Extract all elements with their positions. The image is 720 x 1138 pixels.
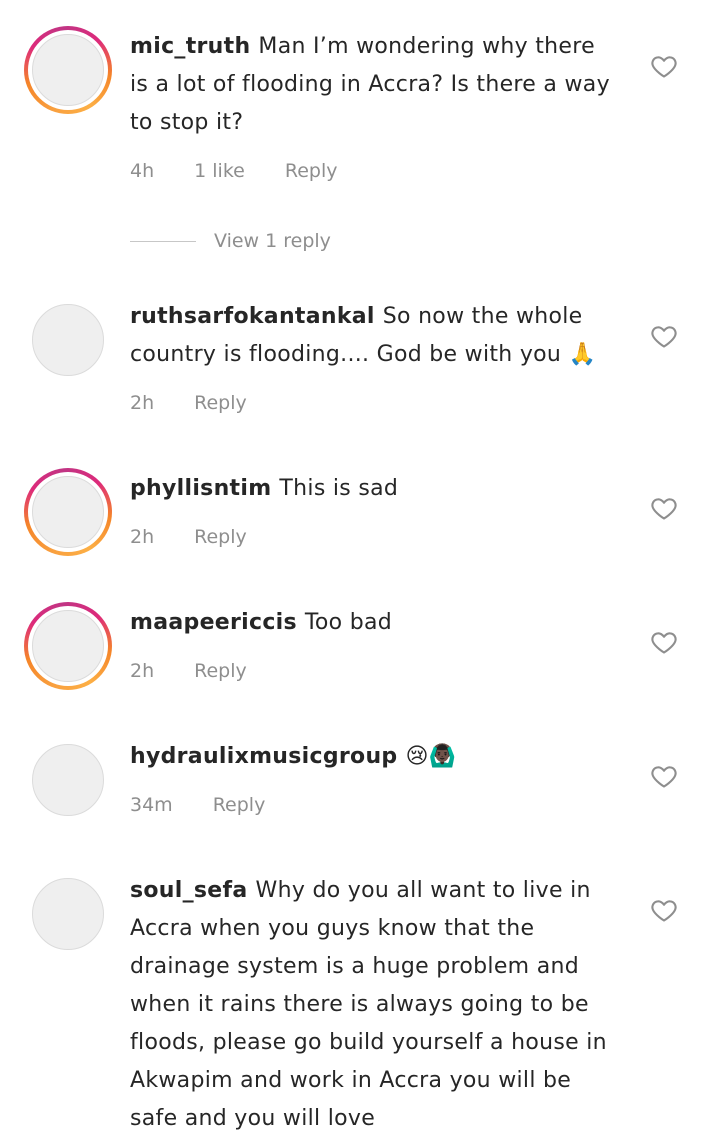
- comment-meta: 2h Reply: [130, 388, 247, 418]
- avatar-story-ring[interactable]: [24, 468, 112, 556]
- comment-body: maapeericcis Too bad: [130, 604, 620, 642]
- view-replies-label[interactable]: View 1 reply: [214, 230, 331, 252]
- comment-text: 😢🙆🏿‍♂️: [405, 744, 457, 769]
- comment-meta: 2h Reply: [130, 522, 247, 552]
- avatar-wrapper[interactable]: [24, 736, 112, 824]
- avatar-story-ring[interactable]: [24, 26, 112, 114]
- comment-time: 2h: [130, 526, 155, 548]
- avatar: [32, 476, 104, 548]
- avatar-wrapper[interactable]: [24, 296, 112, 384]
- avatar: [32, 304, 104, 376]
- view-replies-divider: [130, 240, 196, 242]
- reply-button[interactable]: Reply: [213, 794, 266, 816]
- comment-meta: 2h Reply: [130, 656, 247, 686]
- comment-username[interactable]: phyllisntim: [130, 476, 271, 501]
- comment-meta: 4h 1 like Reply: [130, 156, 337, 186]
- comment-body: hydraulixmusicgroup 😢🙆🏿‍♂️: [130, 738, 620, 776]
- comment-like-count[interactable]: 1 like: [194, 160, 245, 182]
- avatar-story-ring[interactable]: [24, 602, 112, 690]
- comment-username[interactable]: ruthsarfokantankal: [130, 304, 375, 329]
- avatar: [32, 34, 104, 106]
- view-replies-button[interactable]: View 1 reply: [130, 226, 331, 256]
- comment-time: 4h: [130, 160, 155, 182]
- comment-body: soul_sefa Why do you all want to live in …: [130, 872, 620, 1138]
- heart-outline-icon[interactable]: [650, 896, 678, 924]
- avatar: [32, 610, 104, 682]
- comment-body: ruthsarfokantankal So now the whole count…: [130, 298, 620, 374]
- heart-outline-icon[interactable]: [650, 762, 678, 790]
- comment-time: 2h: [130, 392, 155, 414]
- comment-meta: 34m Reply: [130, 790, 265, 820]
- comment-text: Why do you all want to live in Accra whe…: [130, 878, 607, 1131]
- comment-username[interactable]: mic_truth: [130, 34, 250, 59]
- comment-body: mic_truth Man I’m wondering why there is …: [130, 28, 620, 142]
- comment-time: 2h: [130, 660, 155, 682]
- comment-time: 34m: [130, 794, 173, 816]
- comment-text: This is sad: [279, 476, 399, 501]
- reply-button[interactable]: Reply: [194, 526, 247, 548]
- heart-outline-icon[interactable]: [650, 494, 678, 522]
- avatar-wrapper[interactable]: [24, 870, 112, 958]
- avatar: [32, 878, 104, 950]
- heart-outline-icon[interactable]: [650, 628, 678, 656]
- reply-button[interactable]: Reply: [285, 160, 338, 182]
- reply-button[interactable]: Reply: [194, 660, 247, 682]
- comment-username[interactable]: soul_sefa: [130, 878, 248, 903]
- heart-outline-icon[interactable]: [650, 52, 678, 80]
- avatar: [32, 744, 104, 816]
- comment-username[interactable]: maapeericcis: [130, 610, 297, 635]
- reply-button[interactable]: Reply: [194, 392, 247, 414]
- comment-username[interactable]: hydraulixmusicgroup: [130, 744, 397, 769]
- heart-outline-icon[interactable]: [650, 322, 678, 350]
- comment-text: Too bad: [304, 610, 393, 635]
- comment-body: phyllisntim This is sad: [130, 470, 620, 508]
